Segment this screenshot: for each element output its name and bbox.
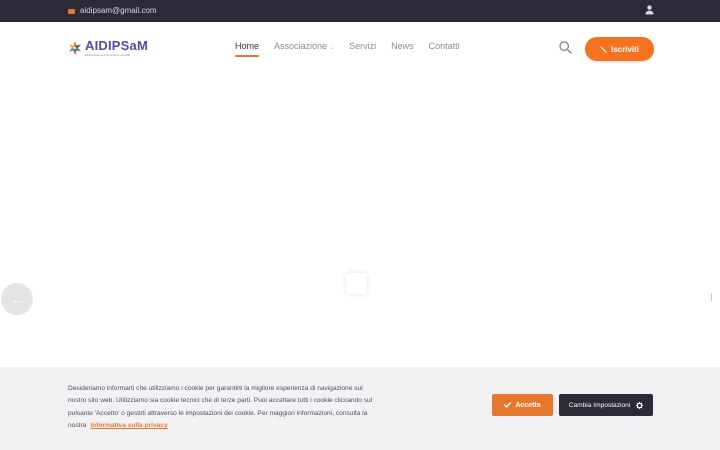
envelope-icon bbox=[68, 8, 75, 14]
contact-email[interactable]: aidipsam@gmail.com bbox=[68, 5, 157, 17]
slider-prev-button[interactable]: ← bbox=[1, 283, 33, 315]
loading-spinner bbox=[346, 273, 367, 294]
slider-next-button[interactable] bbox=[711, 293, 712, 301]
chevron-down-icon: ⌄ bbox=[329, 45, 335, 51]
subscribe-button-label: Iscriviti bbox=[610, 44, 639, 54]
logo-mark-icon bbox=[68, 41, 82, 55]
main-nav: Home Associazione ⌄ Servizi News Contatti bbox=[235, 41, 475, 57]
nav-item-associazione-label: Associazione bbox=[274, 41, 328, 51]
accept-cookies-label: Accetta bbox=[515, 401, 541, 409]
nav-item-contatti[interactable]: Contatti bbox=[429, 41, 460, 54]
cookie-settings-label: Cambia Impostazioni bbox=[568, 401, 631, 409]
user-icon[interactable] bbox=[645, 5, 654, 15]
nav-item-home[interactable]: Home bbox=[235, 41, 260, 57]
gear-icon bbox=[636, 401, 644, 409]
nav-item-news[interactable]: News bbox=[391, 41, 414, 54]
contact-email-text[interactable]: aidipsam@gmail.com bbox=[80, 5, 157, 17]
site-logo[interactable]: AIDIPSaM Associazione Promozione Sociale bbox=[67, 39, 148, 57]
subscribe-button[interactable]: Iscriviti bbox=[585, 37, 654, 61]
logo-tagline: Associazione Promozione Sociale bbox=[85, 53, 131, 57]
pencil-icon bbox=[600, 45, 607, 53]
check-icon bbox=[504, 402, 512, 408]
accept-cookies-button[interactable]: Accetta bbox=[492, 394, 553, 416]
logo-name: AIDIPSaM bbox=[85, 38, 149, 53]
search-icon[interactable] bbox=[559, 41, 572, 54]
arrow-left-icon: ← bbox=[10, 291, 24, 307]
nav-item-associazione[interactable]: Associazione ⌄ bbox=[274, 41, 334, 54]
cookie-banner: Desideriamo informarti che utilizziamo i… bbox=[0, 367, 720, 450]
cookie-message: Desideriamo informarti che utilizziamo i… bbox=[68, 383, 378, 433]
nav-item-servizi[interactable]: Servizi bbox=[349, 41, 376, 54]
main-header: AIDIPSaM Associazione Promozione Sociale… bbox=[0, 22, 720, 74]
top-bar: aidipsam@gmail.com bbox=[0, 0, 720, 22]
cookie-settings-button[interactable]: Cambia Impostazioni bbox=[559, 394, 653, 416]
privacy-policy-link[interactable]: Informativa sulla privacy bbox=[90, 422, 167, 429]
